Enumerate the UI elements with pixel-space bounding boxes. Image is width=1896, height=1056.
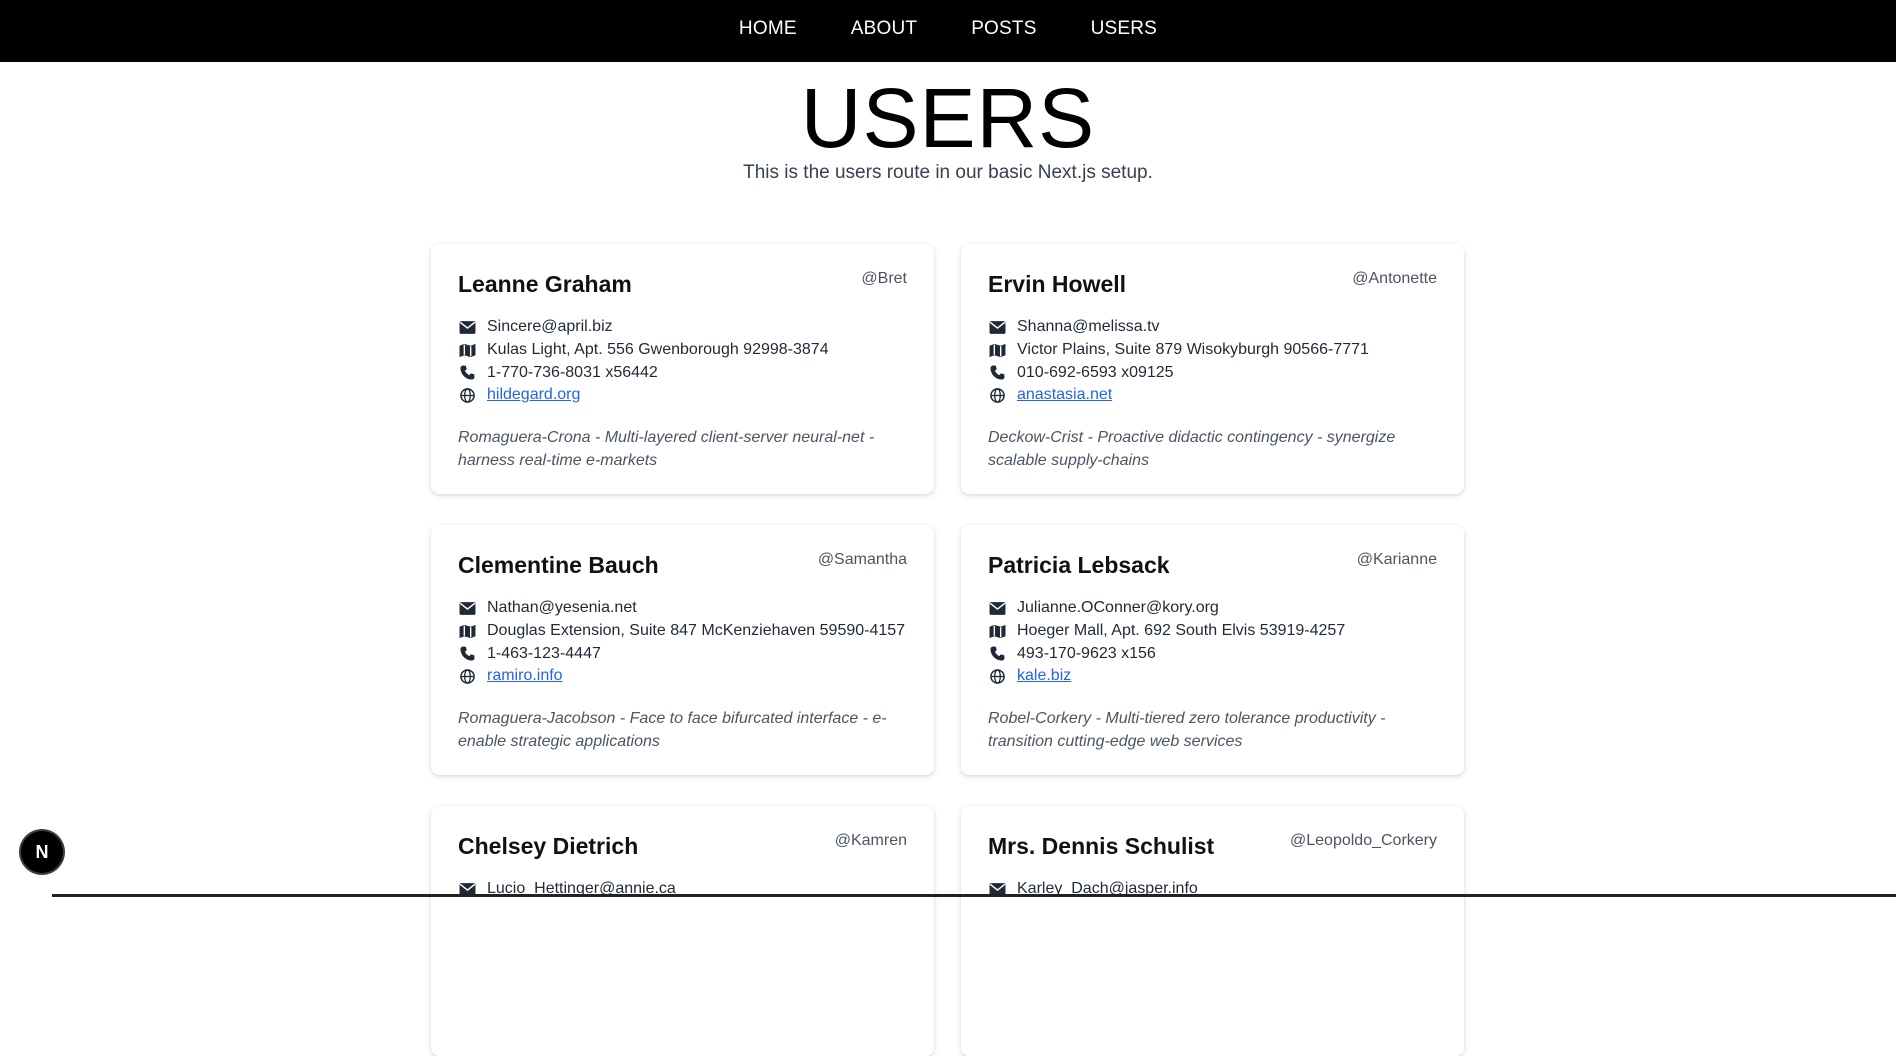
phone-row: 1-463-123-4447 — [458, 642, 907, 665]
user-info: Shanna@melissa.tv Victor Plains, Suite 8… — [988, 316, 1437, 407]
user-username: @Kamren — [834, 832, 907, 849]
user-phone: 493-170-9623 x156 — [1017, 644, 1156, 662]
website-row: anastasia.net — [988, 384, 1437, 407]
user-address: Douglas Extension, Suite 847 McKenziehav… — [487, 622, 906, 640]
map-icon — [458, 623, 476, 639]
phone-icon — [988, 646, 1006, 662]
user-phone: 010-692-6593 x09125 — [1017, 363, 1174, 381]
user-username: @Karianne — [1356, 551, 1437, 568]
nav-link-about[interactable]: ABOUT — [851, 18, 917, 40]
website-row: ramiro.info — [458, 665, 907, 688]
phone-icon — [988, 365, 1006, 381]
user-website-link[interactable]: ramiro.info — [487, 667, 563, 685]
user-email: Nathan@yesenia.net — [487, 599, 637, 617]
map-icon — [988, 342, 1006, 358]
user-info: Lucio_Hettinger@annie.ca — [458, 878, 907, 901]
map-icon — [988, 623, 1006, 639]
user-card: Chelsey Dietrich @Kamren Lucio_Hettinger… — [431, 806, 934, 1056]
top-navigation: HOME ABOUT POSTS USERS — [0, 0, 1896, 62]
user-card: Ervin Howell @Antonette Shanna@melissa.t… — [961, 244, 1464, 494]
nav-link-home[interactable]: HOME — [739, 18, 797, 40]
user-name: Leanne Graham — [458, 271, 632, 297]
user-address: Kulas Light, Apt. 556 Gwenborough 92998-… — [487, 341, 829, 359]
user-website-link[interactable]: kale.biz — [1017, 667, 1071, 685]
user-username: @Antonette — [1352, 270, 1437, 287]
phone-icon — [458, 365, 476, 381]
user-info: Nathan@yesenia.net Douglas Extension, Su… — [458, 597, 907, 688]
email-row: Karley_Dach@jasper.info — [988, 878, 1437, 901]
globe-icon — [988, 387, 1006, 403]
nextjs-logo-icon: N — [35, 841, 49, 862]
user-website-link[interactable]: hildegard.org — [487, 386, 580, 404]
page-title: USERS — [800, 71, 1096, 165]
page-subtitle: This is the users route in our basic Nex… — [743, 162, 1153, 183]
nav-link-posts[interactable]: POSTS — [971, 18, 1036, 40]
email-row: Nathan@yesenia.net — [458, 597, 907, 620]
nextjs-dev-indicator-button[interactable]: N — [21, 831, 63, 873]
user-email: Sincere@april.biz — [487, 318, 613, 336]
user-username: @Bret — [861, 270, 907, 287]
address-row: Douglas Extension, Suite 847 McKenziehav… — [458, 620, 907, 643]
user-company: Deckow-Crist - Proactive didactic contin… — [988, 428, 1396, 469]
user-company: Romaguera-Crona - Multi-layered client-s… — [458, 428, 875, 469]
user-info: Sincere@april.biz Kulas Light, Apt. 556 … — [458, 316, 907, 407]
user-website-link[interactable]: anastasia.net — [1017, 386, 1112, 404]
user-username: @Samantha — [817, 551, 907, 568]
user-address: Hoeger Mall, Apt. 692 South Elvis 53919-… — [1017, 622, 1346, 640]
user-username: @Leopoldo_Corkery — [1290, 832, 1437, 849]
user-card: Mrs. Dennis Schulist @Leopoldo_Corkery K… — [961, 806, 1464, 1056]
user-address: Victor Plains, Suite 879 Wisokyburgh 905… — [1017, 341, 1369, 359]
globe-icon — [988, 668, 1006, 684]
user-info: Julianne.OConner@kory.org Hoeger Mall, A… — [988, 597, 1437, 688]
user-company: Romaguera-Jacobson - Face to face bifurc… — [458, 709, 887, 750]
website-row: kale.biz — [988, 665, 1437, 688]
user-phone: 1-463-123-4447 — [487, 644, 601, 662]
address-row: Kulas Light, Apt. 556 Gwenborough 92998-… — [458, 339, 907, 362]
email-row: Julianne.OConner@kory.org — [988, 597, 1437, 620]
map-icon — [458, 342, 476, 358]
user-info: Karley_Dach@jasper.info — [988, 878, 1437, 901]
email-row: Lucio_Hettinger@annie.ca — [458, 878, 907, 901]
globe-icon — [458, 387, 476, 403]
user-email: Shanna@melissa.tv — [1017, 318, 1160, 336]
email-row: Shanna@melissa.tv — [988, 316, 1437, 339]
user-card: Patricia Lebsack @Karianne Julianne.OCon… — [961, 525, 1464, 775]
phone-icon — [458, 646, 476, 662]
user-email: Julianne.OConner@kory.org — [1017, 599, 1219, 617]
user-card: Leanne Graham @Bret Sincere@april.biz Ku… — [431, 244, 934, 494]
envelope-icon — [988, 600, 1006, 616]
envelope-icon — [988, 319, 1006, 335]
address-row: Hoeger Mall, Apt. 692 South Elvis 53919-… — [988, 620, 1437, 643]
globe-icon — [458, 668, 476, 684]
website-row: hildegard.org — [458, 384, 907, 407]
phone-row: 010-692-6593 x09125 — [988, 361, 1437, 384]
email-row: Sincere@april.biz — [458, 316, 907, 339]
users-grid: Leanne Graham @Bret Sincere@april.biz Ku… — [431, 244, 1467, 1056]
nav-link-users[interactable]: USERS — [1091, 18, 1157, 40]
user-phone: 1-770-736-8031 x56442 — [487, 363, 658, 381]
phone-row: 493-170-9623 x156 — [988, 642, 1437, 665]
user-company: Robel-Corkery - Multi-tiered zero tolera… — [988, 709, 1386, 750]
phone-row: 1-770-736-8031 x56442 — [458, 361, 907, 384]
user-card: Clementine Bauch @Samantha Nathan@yeseni… — [431, 525, 934, 775]
envelope-icon — [458, 600, 476, 616]
address-row: Victor Plains, Suite 879 Wisokyburgh 905… — [988, 339, 1437, 362]
envelope-icon — [458, 319, 476, 335]
